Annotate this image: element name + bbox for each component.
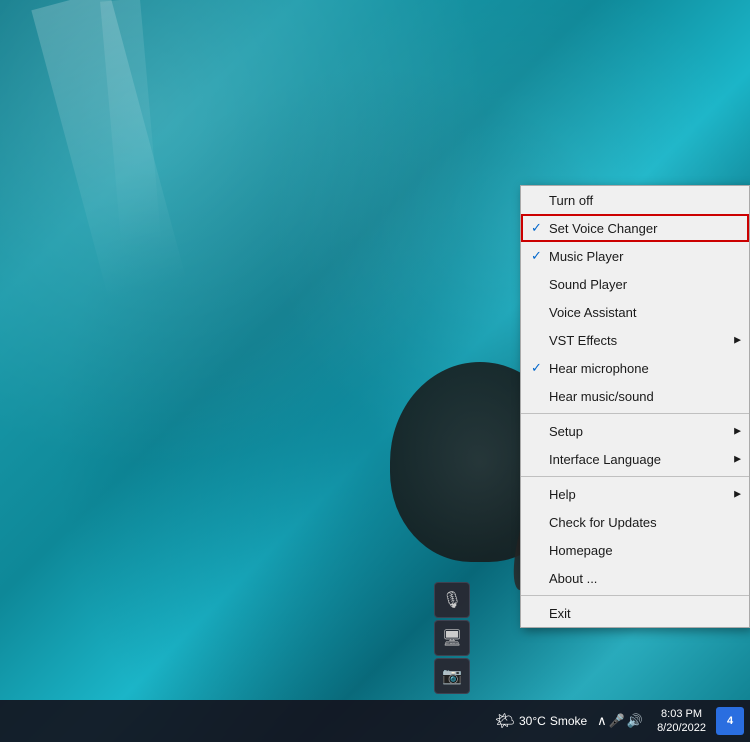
menu-label-hear-music-sound: Hear music/sound — [549, 389, 735, 404]
menu-item-voice-assistant[interactable]: Voice Assistant — [521, 298, 749, 326]
menu-item-check-for-updates[interactable]: Check for Updates — [521, 508, 749, 536]
tray-icons-area: ∧ 🎤 🔊 — [593, 709, 647, 733]
menu-checkmark-music-player: ✓ — [531, 248, 549, 264]
menu-label-turn-off: Turn off — [549, 193, 735, 208]
menu-item-exit[interactable]: Exit — [521, 599, 749, 627]
systray-popup-area: 🎙 🖥 📷 — [434, 582, 470, 694]
menu-label-about: About ... — [549, 571, 735, 586]
menu-item-sound-player[interactable]: Sound Player — [521, 270, 749, 298]
systray-app-icon-1[interactable]: 🎙 — [434, 582, 470, 618]
volume-icon[interactable]: 🔊 — [627, 713, 643, 729]
menu-item-help[interactable]: Help — [521, 480, 749, 508]
clock-area[interactable]: 8:03 PM 8/20/2022 — [653, 705, 710, 738]
temperature-label: 30°C — [519, 714, 546, 728]
menu-label-interface-language: Interface Language — [549, 452, 735, 467]
menu-item-set-voice-changer[interactable]: ✓Set Voice Changer — [521, 214, 749, 242]
menu-item-hear-microphone[interactable]: ✓Hear microphone — [521, 354, 749, 382]
menu-item-interface-language[interactable]: Interface Language — [521, 445, 749, 473]
menu-item-homepage[interactable]: Homepage — [521, 536, 749, 564]
clock-date: 8/20/2022 — [657, 721, 706, 735]
mic-icon[interactable]: 🎤 — [609, 713, 625, 729]
menu-label-check-for-updates: Check for Updates — [549, 515, 735, 530]
menu-label-sound-player: Sound Player — [549, 277, 735, 292]
systray-app-icon-2[interactable]: 🖥 — [434, 620, 470, 656]
menu-label-music-player: Music Player — [549, 249, 735, 264]
weather-info: 🌤 30°C Smoke — [495, 711, 587, 731]
menu-separator-after-about — [521, 595, 749, 596]
menu-label-setup: Setup — [549, 424, 735, 439]
menu-item-turn-off[interactable]: Turn off — [521, 186, 749, 214]
menu-checkmark-set-voice-changer: ✓ — [531, 220, 549, 236]
menu-item-hear-music-sound[interactable]: Hear music/sound — [521, 382, 749, 410]
menu-item-about[interactable]: About ... — [521, 564, 749, 592]
menu-item-setup[interactable]: Setup — [521, 417, 749, 445]
menu-label-homepage: Homepage — [549, 543, 735, 558]
menu-separator-after-interface-language — [521, 476, 749, 477]
menu-label-set-voice-changer: Set Voice Changer — [549, 221, 735, 236]
menu-label-help: Help — [549, 487, 735, 502]
menu-item-music-player[interactable]: ✓Music Player — [521, 242, 749, 270]
systray-app-icon-3[interactable]: 📷 — [434, 658, 470, 694]
notification-badge[interactable]: 4 — [716, 707, 744, 735]
weather-icon: 🌤 — [495, 711, 515, 731]
taskbar-right: 🌤 30°C Smoke ∧ 🎤 🔊 8:03 PM 8/20/2022 4 — [377, 705, 750, 738]
weather-condition-label: Smoke — [550, 714, 587, 728]
menu-checkmark-hear-microphone: ✓ — [531, 360, 549, 376]
taskbar: 🌤 30°C Smoke ∧ 🎤 🔊 8:03 PM 8/20/2022 4 — [0, 700, 750, 742]
menu-separator-after-hear-music-sound — [521, 413, 749, 414]
menu-label-hear-microphone: Hear microphone — [549, 361, 735, 376]
clock-time: 8:03 PM — [661, 707, 702, 721]
chevron-up-icon[interactable]: ∧ — [597, 713, 607, 729]
menu-item-vst-effects[interactable]: VST Effects — [521, 326, 749, 354]
menu-label-exit: Exit — [549, 606, 735, 621]
menu-label-vst-effects: VST Effects — [549, 333, 735, 348]
context-menu: Turn off✓Set Voice Changer✓Music PlayerS… — [520, 185, 750, 628]
menu-label-voice-assistant: Voice Assistant — [549, 305, 735, 320]
